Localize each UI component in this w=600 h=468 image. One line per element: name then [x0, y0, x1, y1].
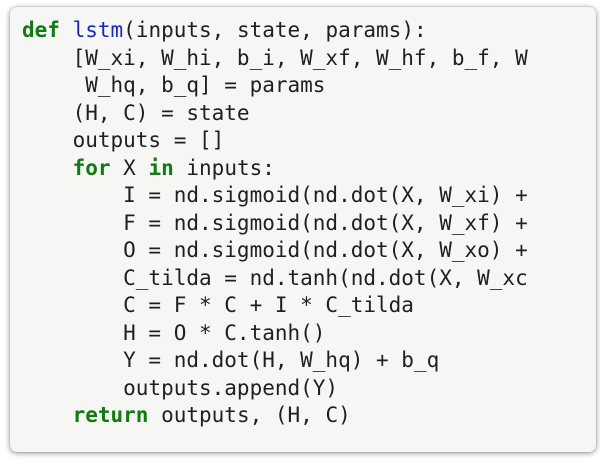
code-line: outputs = [] [22, 127, 528, 155]
code-line: C = F * C + I * C_tilda [22, 292, 528, 320]
code-snippet-card: def lstm(inputs, state, params): [W_xi, … [10, 7, 596, 452]
code-line: def lstm(inputs, state, params): [22, 17, 528, 45]
code-text: W_hq, b_q] = params [22, 73, 326, 97]
code-text: Y = nd.dot(H, W_hq) + b_q [22, 348, 440, 372]
code-line: [W_xi, W_hi, b_i, W_xf, W_hf, b_f, W [22, 45, 528, 73]
code-line: O = nd.sigmoid(nd.dot(X, W_xo) + [22, 237, 528, 265]
code-text: C = F * C + I * C_tilda [22, 293, 414, 317]
code-line: H = O * C.tanh() [22, 320, 528, 348]
code-keyword: return [72, 403, 149, 427]
code-text: X [110, 155, 149, 180]
code-text: C_tilda = nd.tanh(nd.dot(X, W_xc [22, 265, 528, 290]
code-line: Y = nd.dot(H, W_hq) + b_q [22, 347, 528, 375]
code-text: inputs: [173, 155, 275, 180]
code-line: W_hq, b_q] = params [22, 72, 528, 100]
code-keyword: for [72, 155, 111, 180]
code-text: F = nd.sigmoid(nd.dot(X, W_xf) + [22, 210, 528, 235]
code-line: C_tilda = nd.tanh(nd.dot(X, W_xc [22, 265, 528, 293]
code-line: return outputs, (H, C) [22, 402, 528, 430]
code-text: outputs = [] [22, 128, 225, 152]
code-line: outputs.append(Y) [22, 375, 528, 403]
code-text: (H, C) = state [22, 100, 250, 125]
code-text: (inputs, state, params): [123, 18, 427, 42]
code-text: I = nd.sigmoid(nd.dot(X, W_xi) + [22, 183, 528, 207]
code-line: (H, C) = state [22, 100, 528, 128]
code-keyword: def [22, 18, 60, 42]
code-text: outputs, (H, C) [148, 403, 351, 427]
code-text: O = nd.sigmoid(nd.dot(X, W_xo) + [22, 238, 528, 262]
code-text: outputs.append(Y) [22, 375, 339, 400]
code-text: H = O * C.tanh() [22, 320, 326, 345]
code-line: F = nd.sigmoid(nd.dot(X, W_xf) + [22, 210, 528, 238]
code-keyword: in [148, 155, 174, 180]
overflow-fade [574, 7, 596, 452]
code-text: [W_xi, W_hi, b_i, W_xf, W_hf, b_f, W [22, 45, 528, 70]
code-block: def lstm(inputs, state, params): [W_xi, … [22, 17, 528, 430]
code-function-name: lstm [72, 18, 124, 42]
code-line: I = nd.sigmoid(nd.dot(X, W_xi) + [22, 182, 528, 210]
code-line: for X in inputs: [22, 155, 528, 183]
